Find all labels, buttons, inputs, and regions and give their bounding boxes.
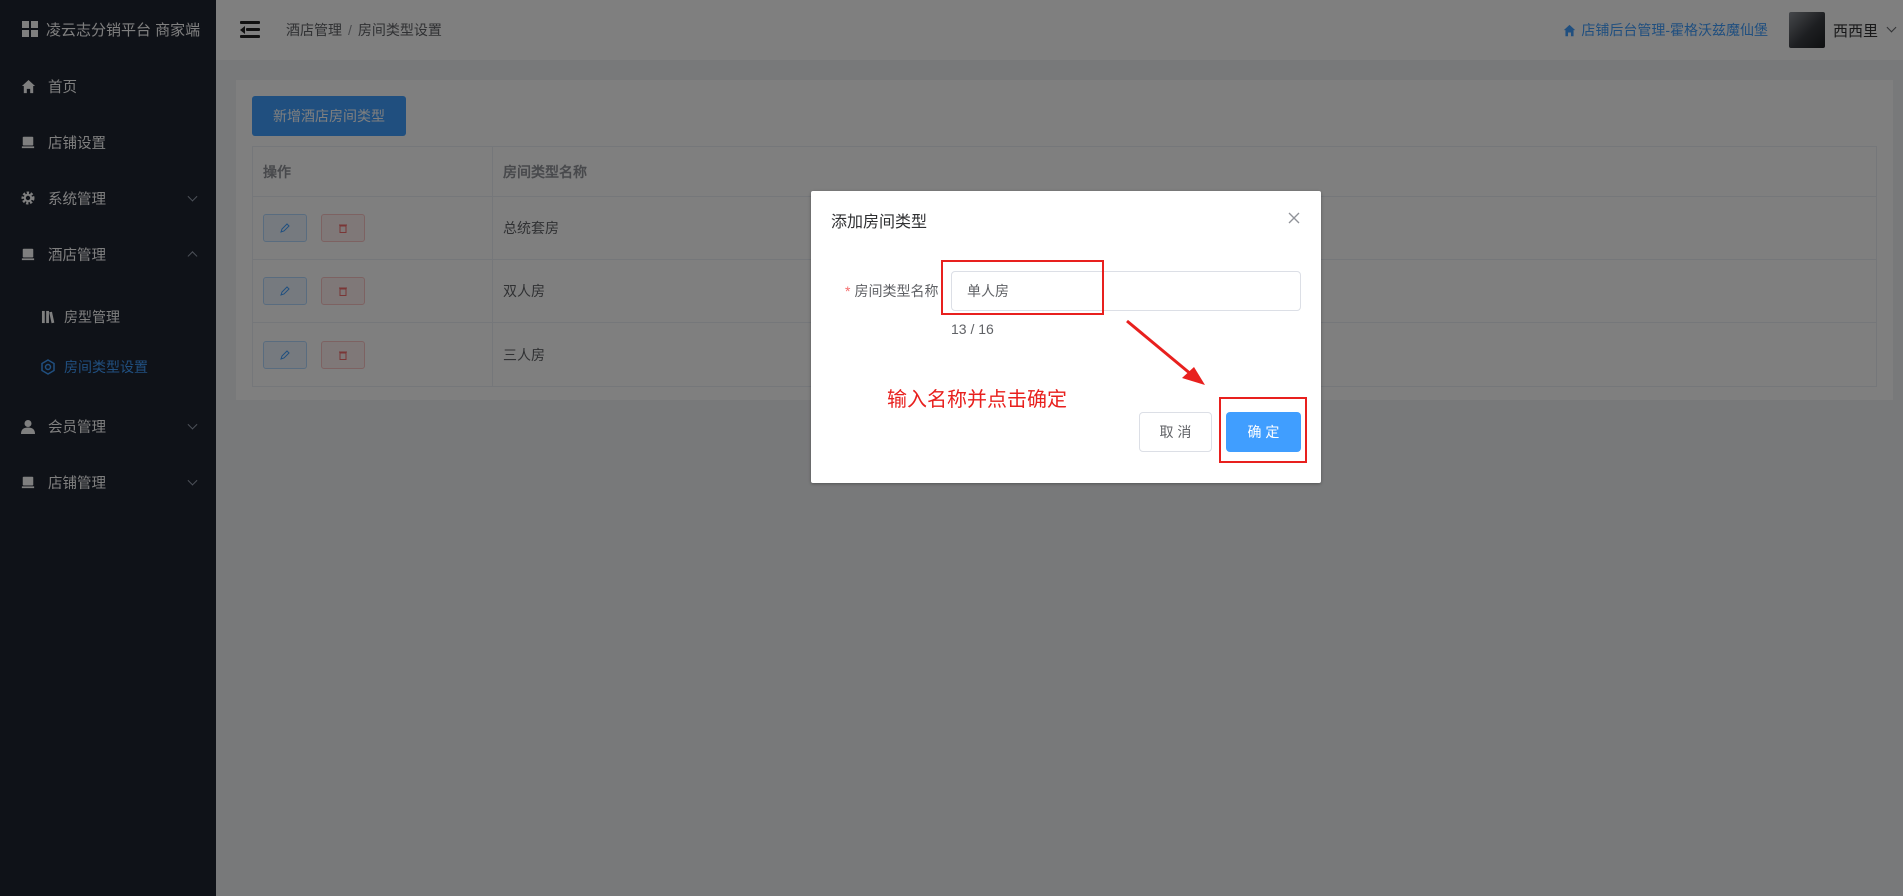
instruction-annotation: 输入名称并点击确定 (887, 389, 1067, 411)
input-highlight-box (941, 260, 1104, 315)
confirm-highlight-box (1219, 397, 1307, 463)
close-icon[interactable] (1287, 211, 1301, 225)
arrow-icon (1126, 319, 1205, 385)
room-type-name-label: * 房间类型名称 (845, 283, 939, 299)
cancel-button[interactable]: 取 消 (1139, 412, 1212, 452)
char-counter: 13 / 16 (951, 321, 994, 337)
dialog-title: 添加房间类型 (831, 214, 928, 231)
